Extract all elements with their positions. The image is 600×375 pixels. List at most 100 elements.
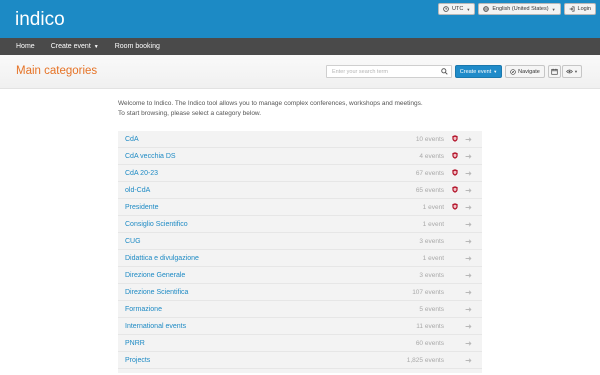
category-name-link[interactable]: Presidente bbox=[125, 199, 158, 216]
chevron-down-icon: ▼ bbox=[551, 6, 556, 12]
search-input[interactable] bbox=[327, 66, 427, 77]
nav-home-label: Home bbox=[16, 43, 35, 50]
globe-icon bbox=[483, 6, 490, 12]
timezone-label: UTC bbox=[452, 6, 464, 12]
category-name-link[interactable]: CdA vecchia DS bbox=[125, 148, 176, 165]
arrow-right-icon[interactable] bbox=[465, 290, 472, 295]
category-name-link[interactable]: CdA bbox=[125, 131, 139, 148]
welcome-text: Welcome to Indico. The Indico tool allow… bbox=[118, 99, 423, 118]
nav-room-booking-label: Room booking bbox=[114, 43, 160, 50]
arrow-right-icon[interactable] bbox=[465, 324, 472, 329]
svg-text:indico: indico bbox=[15, 9, 65, 30]
category-list: CdA 10 events CdA vecchia DS 4 events CdA 20… bbox=[118, 131, 482, 373]
calendar-button[interactable] bbox=[548, 65, 561, 78]
category-event-count: 3 events bbox=[419, 272, 444, 279]
eye-icon bbox=[566, 69, 573, 74]
chevron-down-icon: ▼ bbox=[493, 69, 498, 74]
category-event-count: 1,825 events bbox=[406, 357, 444, 364]
category-name-link[interactable]: old-CdA bbox=[125, 182, 150, 199]
category-name-link[interactable]: PNRR bbox=[125, 335, 145, 352]
arrow-right-icon[interactable] bbox=[465, 205, 472, 210]
category-event-count: 60 events bbox=[415, 340, 444, 347]
category-name-link[interactable]: Consiglio Scientifico bbox=[125, 216, 188, 233]
search-icon[interactable] bbox=[441, 68, 448, 75]
category-event-count: 10 events bbox=[415, 136, 444, 143]
category-event-count: 1 event bbox=[422, 221, 444, 228]
category-row[interactable]: CUG 3 events bbox=[118, 233, 482, 250]
arrow-right-icon[interactable] bbox=[465, 137, 472, 142]
category-row[interactable]: PNRR 60 events bbox=[118, 335, 482, 352]
top-bar: indico UTC ▼ English (United States) ▼ L… bbox=[0, 0, 600, 38]
category-row[interactable]: Consiglio Scientifico 1 event bbox=[118, 216, 482, 233]
main-nav: Home Create event ▼ Room booking bbox=[0, 38, 600, 55]
category-row[interactable]: Presidente 1 event bbox=[118, 199, 482, 216]
nav-room-booking[interactable]: Room booking bbox=[107, 38, 168, 55]
timezone-button[interactable]: UTC ▼ bbox=[438, 3, 476, 15]
clock-icon bbox=[443, 6, 449, 12]
navigate-label: Navigate bbox=[518, 68, 540, 75]
category-name-link[interactable]: International events bbox=[125, 318, 186, 335]
category-row[interactable]: Projects 1,825 events bbox=[118, 352, 482, 369]
category-row[interactable]: Direzione Scientifica 107 events bbox=[118, 284, 482, 301]
arrow-right-icon[interactable] bbox=[465, 188, 472, 193]
shield-icon bbox=[452, 203, 458, 210]
category-row[interactable]: old-CdA 65 events bbox=[118, 182, 482, 199]
arrow-right-icon[interactable] bbox=[465, 273, 472, 278]
nav-home[interactable]: Home bbox=[0, 38, 43, 55]
arrow-right-icon[interactable] bbox=[465, 239, 472, 244]
category-row[interactable]: International events 11 events bbox=[118, 318, 482, 335]
category-name-link[interactable]: Didattica e divulgazione bbox=[125, 250, 199, 267]
category-name-link[interactable]: Direzione Scientifica bbox=[125, 284, 188, 301]
arrow-right-icon[interactable] bbox=[465, 341, 472, 346]
category-name-link[interactable]: Direzione Generale bbox=[125, 267, 185, 284]
arrow-right-icon[interactable] bbox=[465, 222, 472, 227]
shield-icon bbox=[452, 169, 458, 176]
chevron-down-icon: ▼ bbox=[574, 69, 578, 74]
create-event-label: Create event bbox=[459, 68, 492, 75]
nav-create-event-label: Create event bbox=[50, 43, 91, 50]
arrow-right-icon[interactable] bbox=[465, 154, 472, 159]
category-event-count: 107 events bbox=[412, 289, 444, 296]
arrow-right-icon[interactable] bbox=[465, 171, 472, 176]
login-icon bbox=[569, 6, 574, 12]
language-button[interactable]: English (United States) ▼ bbox=[478, 3, 561, 15]
category-row[interactable]: CdA 20-23 67 events bbox=[118, 165, 482, 182]
shield-icon bbox=[452, 135, 458, 142]
page-header: Main categories Create event ▼ Navigate … bbox=[0, 55, 600, 89]
category-event-count: 65 events bbox=[415, 187, 444, 194]
search-box bbox=[326, 65, 452, 78]
category-name-link[interactable]: CUG bbox=[125, 233, 141, 250]
arrow-right-icon[interactable] bbox=[465, 307, 472, 312]
category-event-count: 67 events bbox=[415, 170, 444, 177]
category-event-count: 3 events bbox=[419, 238, 444, 245]
category-event-count: 1 event bbox=[422, 204, 444, 211]
shield-icon bbox=[452, 152, 458, 159]
category-row[interactable]: CdA 10 events bbox=[118, 131, 482, 148]
chevron-down-icon: ▼ bbox=[466, 6, 471, 12]
arrow-right-icon[interactable] bbox=[465, 358, 472, 363]
arrow-right-icon[interactable] bbox=[465, 256, 472, 261]
category-event-count: 5 events bbox=[419, 306, 444, 313]
view-options-button[interactable]: ▼ bbox=[562, 65, 582, 78]
language-label: English (United States) bbox=[492, 6, 549, 12]
category-row[interactable]: Didattica e divulgazione 1 event bbox=[118, 250, 482, 267]
category-event-count: 1 event bbox=[422, 255, 444, 262]
navigate-button[interactable]: Navigate bbox=[505, 65, 545, 78]
nav-create-event[interactable]: Create event ▼ bbox=[43, 38, 107, 55]
category-name-link[interactable]: Projects bbox=[125, 352, 150, 369]
category-event-count: 11 events bbox=[416, 323, 444, 330]
login-button[interactable]: Login bbox=[563, 3, 596, 15]
page-title: Main categories bbox=[16, 65, 98, 77]
indico-logo[interactable]: indico bbox=[15, 6, 77, 32]
create-event-button[interactable]: Create event ▼ bbox=[455, 65, 502, 78]
calendar-icon bbox=[551, 68, 558, 75]
category-row[interactable]: Direzione Generale 3 events bbox=[118, 267, 482, 284]
category-row[interactable]: CdA vecchia DS 4 events bbox=[118, 148, 482, 165]
category-name-link[interactable]: CdA 20-23 bbox=[125, 165, 158, 182]
chevron-down-icon: ▼ bbox=[93, 44, 99, 50]
category-row[interactable]: Formazione 5 events bbox=[118, 301, 482, 318]
category-name-link[interactable]: Formazione bbox=[125, 301, 162, 318]
shield-icon bbox=[452, 186, 458, 193]
welcome-line-2: To start browsing, please select a categ… bbox=[118, 109, 262, 117]
compass-icon bbox=[510, 68, 516, 75]
